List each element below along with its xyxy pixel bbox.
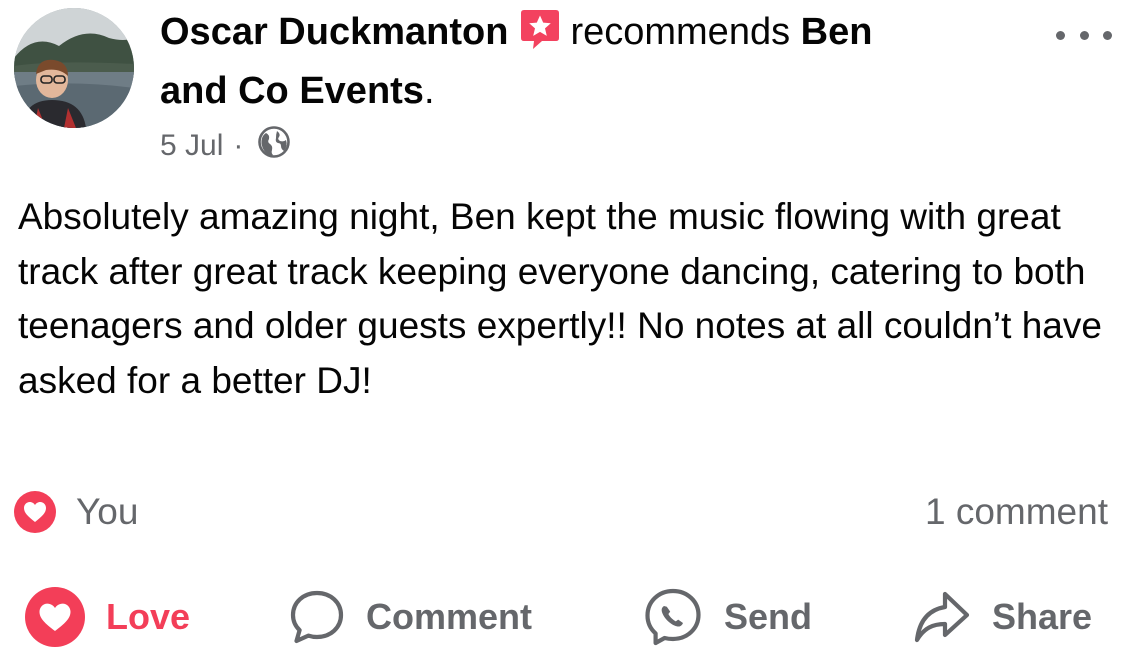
- love-label: Love: [106, 596, 191, 637]
- send-button[interactable]: Send: [642, 584, 812, 650]
- share-arrow-icon: [912, 588, 972, 646]
- share-label: Share: [992, 596, 1093, 637]
- recommend-verb: recommends: [570, 11, 791, 53]
- love-reaction-icon: [14, 491, 56, 533]
- post-header-line-2: and Co Events.: [160, 68, 435, 114]
- author-name[interactable]: Oscar Duckmanton: [160, 11, 508, 53]
- messenger-icon: [642, 586, 704, 648]
- author-avatar[interactable]: [14, 8, 134, 128]
- page-name-part-2[interactable]: and Co Events: [160, 70, 424, 112]
- recommendation-post: Oscar Duckmanton recommends Ben and Co E…: [0, 0, 1130, 662]
- post-meta: 5 Jul ·: [160, 126, 291, 166]
- meta-separator: ·: [233, 129, 244, 162]
- comment-button[interactable]: Comment: [288, 584, 532, 650]
- reaction-label: You: [76, 491, 139, 532]
- globe-icon: [257, 125, 291, 167]
- reaction-summary[interactable]: You: [14, 489, 138, 535]
- more-dot: [1103, 30, 1112, 40]
- share-button[interactable]: Share: [912, 584, 1092, 650]
- more-dot: [1056, 30, 1065, 40]
- send-label: Send: [724, 596, 813, 637]
- avatar-photo: [14, 8, 134, 128]
- recommendation-star-icon: [520, 8, 560, 61]
- love-button[interactable]: Love: [24, 584, 190, 650]
- heart-icon: [24, 586, 86, 648]
- action-bar: Love Comment Send Share: [0, 584, 1130, 650]
- comment-label: Comment: [366, 596, 533, 637]
- comment-count-link[interactable]: 1 comment: [925, 489, 1108, 535]
- comment-bubble-icon: [288, 588, 346, 646]
- post-body-text: Absolutely amazing night, Ben kept the m…: [18, 196, 1102, 401]
- more-dot: [1079, 30, 1089, 40]
- post-header-line-1: Oscar Duckmanton recommends Ben: [160, 8, 872, 61]
- page-name-part-1[interactable]: Ben: [801, 11, 873, 53]
- more-options-button[interactable]: [1056, 22, 1112, 48]
- post-date[interactable]: 5 Jul: [160, 129, 223, 163]
- header-period: .: [423, 70, 435, 112]
